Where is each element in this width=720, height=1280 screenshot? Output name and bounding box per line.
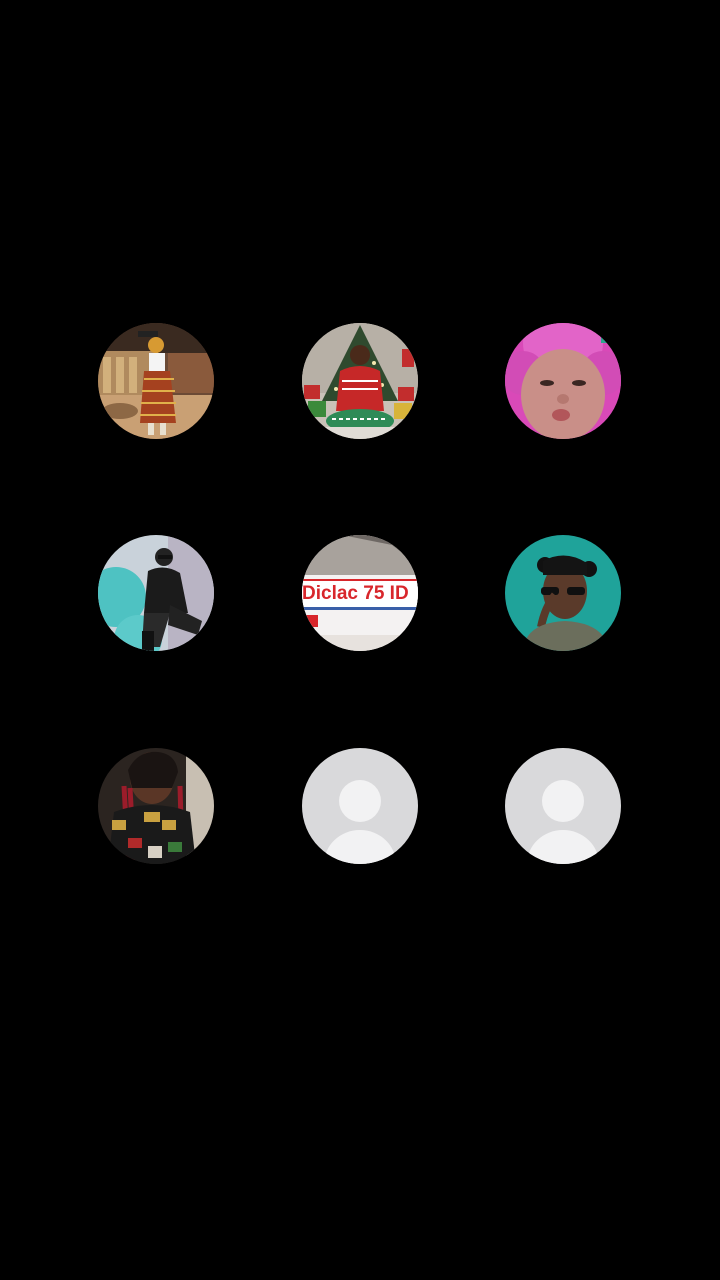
avatar-8[interactable] bbox=[302, 748, 418, 864]
person-photo-patterned-outfit bbox=[98, 748, 214, 864]
person-photo-pink-hair bbox=[505, 323, 621, 439]
avatar-3[interactable] bbox=[505, 323, 621, 439]
default-avatar-icon bbox=[505, 748, 621, 864]
person-photo-sunglasses bbox=[505, 535, 621, 651]
avatar-9[interactable] bbox=[505, 748, 621, 864]
person-photo-restaurant bbox=[98, 323, 214, 439]
avatar-6[interactable] bbox=[505, 535, 621, 651]
person-photo-teal-backdrop bbox=[98, 535, 214, 651]
person-photo-christmas-tree bbox=[302, 323, 418, 439]
avatar-4[interactable] bbox=[98, 535, 214, 651]
avatar-1[interactable] bbox=[98, 323, 214, 439]
avatar-2[interactable] bbox=[302, 323, 418, 439]
avatar-7[interactable] bbox=[98, 748, 214, 864]
avatar-5[interactable]: Diclac 75 ID bbox=[302, 535, 418, 651]
avatar-grid: Diclac 75 ID bbox=[0, 0, 720, 1280]
default-avatar-icon bbox=[302, 748, 418, 864]
medicine-box-label: Diclac 75 ID bbox=[302, 579, 418, 607]
